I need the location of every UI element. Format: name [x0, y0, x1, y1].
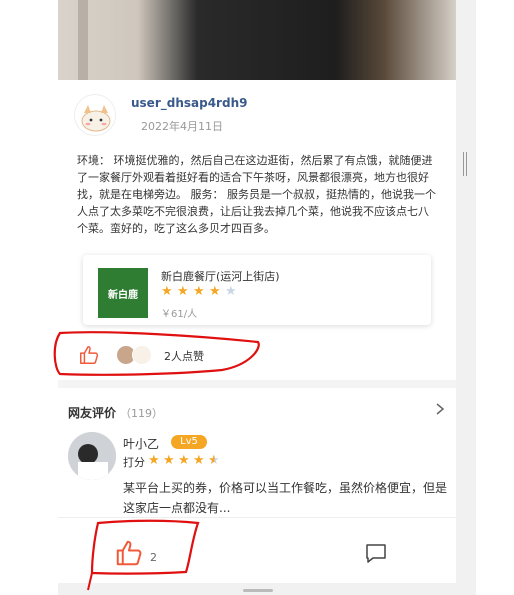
comments-header[interactable]: 网友评价 （119）	[68, 402, 448, 420]
shop-price: ￥61/人	[161, 309, 198, 320]
person-avatar-icon	[68, 432, 116, 480]
shop-name: 新白鹿餐厅(运河上街店)	[161, 270, 280, 283]
photo-detail	[78, 0, 88, 80]
comment-item[interactable]: 叶小乙 Lv5 打分 ★ ★ ★ ★ ★ 某平台上买的券，价格可以当工作餐吃，虽…	[68, 432, 448, 515]
shop-rating: ★ ★ ★ ★ ★	[161, 285, 238, 298]
star-icon: ★	[148, 453, 160, 468]
star-icon: ★	[209, 284, 221, 299]
shop-thumbnail: 新白鹿	[98, 268, 148, 318]
shop-card[interactable]: 新白鹿 新白鹿餐厅(运河上街店) ★ ★ ★ ★ ★ ￥61/人	[83, 255, 431, 325]
username[interactable]: user_dhsap4rdh9	[131, 96, 247, 110]
comments-title: 网友评价	[68, 406, 117, 420]
post-photo[interactable]	[58, 0, 456, 80]
thumbs-up-icon[interactable]	[114, 538, 144, 568]
star-icon: ★	[163, 453, 175, 468]
bottom-handle	[243, 589, 273, 592]
comment-icon[interactable]	[364, 541, 388, 565]
commenter-rating: ★ ★ ★ ★ ★	[148, 454, 221, 467]
star-empty-icon: ★	[225, 284, 237, 299]
like-count[interactable]: 2人点赞	[164, 348, 204, 364]
author-header: user_dhsap4rdh9 2022年4月11日	[74, 94, 434, 138]
avatar[interactable]	[68, 432, 116, 480]
score-label: 打分	[123, 456, 145, 469]
star-icon: ★	[193, 284, 205, 299]
like-row: 2人点赞	[78, 344, 278, 366]
comments-count: （119）	[120, 407, 164, 420]
review-text: 环境： 环境挺优雅的，然后自己在这边逛街，然后累了有点饿，就随便进了一家餐厅外观…	[77, 154, 436, 235]
star-icon: ★	[177, 284, 189, 299]
right-margin	[476, 0, 514, 595]
star-icon: ★	[193, 453, 205, 468]
liker-avatars[interactable]	[116, 345, 154, 365]
avatar[interactable]	[74, 94, 116, 136]
thumbs-up-icon[interactable]	[78, 344, 100, 366]
comment-text: 某平台上买的券，价格可以当工作餐吃，虽然价格便宜，但是这家店一点都没有...	[123, 481, 448, 515]
scrollbar-grip[interactable]	[463, 152, 467, 176]
commenter-name[interactable]: 叶小乙	[123, 435, 159, 452]
left-margin	[0, 0, 58, 595]
liker-avatar	[132, 345, 152, 365]
star-icon: ★	[161, 284, 173, 299]
star-icon: ★	[178, 453, 190, 468]
shop-thumbnail-text: 新白鹿	[108, 289, 138, 301]
level-badge: Lv5	[171, 435, 207, 449]
chevron-right-icon[interactable]	[434, 402, 446, 416]
bottom-action-bar: 2	[58, 517, 456, 583]
star-half-icon: ★	[208, 453, 220, 468]
like-button-count: 2	[150, 551, 157, 564]
post-detail-panel: user_dhsap4rdh9 2022年4月11日 环境： 环境挺优雅的，然后…	[58, 0, 456, 595]
cat-avatar-icon	[76, 96, 115, 135]
section-divider	[58, 380, 456, 388]
right-gutter	[456, 0, 476, 595]
post-date: 2022年4月11日	[141, 120, 223, 133]
